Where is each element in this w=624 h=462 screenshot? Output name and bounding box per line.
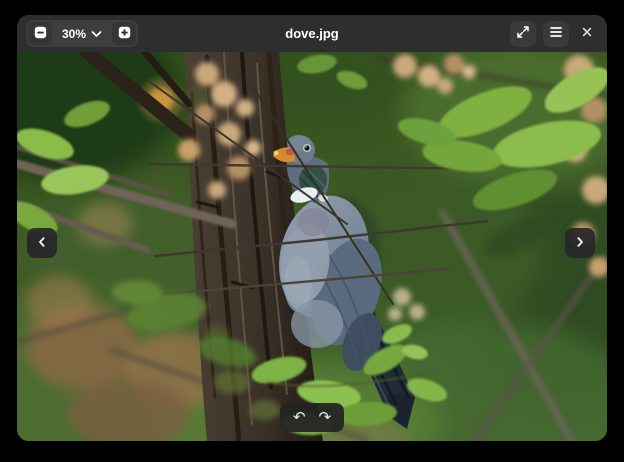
chevron-right-icon bbox=[573, 235, 587, 252]
expand-icon bbox=[516, 25, 530, 42]
zoom-level-value: 30% bbox=[62, 27, 86, 41]
fullscreen-button[interactable] bbox=[510, 21, 536, 47]
menu-button[interactable] bbox=[543, 21, 569, 47]
close-button[interactable] bbox=[576, 21, 598, 47]
zoom-level-dropdown[interactable]: 30% bbox=[52, 20, 112, 47]
rotate-ccw-button[interactable]: ↶ bbox=[293, 410, 306, 425]
next-image-button[interactable] bbox=[565, 228, 595, 258]
rotate-cw-button[interactable]: ↷ bbox=[318, 410, 331, 425]
plus-icon bbox=[117, 25, 132, 43]
rotate-ccw-icon: ↶ bbox=[293, 408, 306, 426]
header-actions bbox=[510, 20, 598, 47]
image-viewer-window: dove.jpg 30% bbox=[17, 15, 607, 441]
zoom-out-button[interactable] bbox=[28, 22, 52, 45]
minus-icon bbox=[33, 25, 48, 43]
rotate-cw-icon: ↷ bbox=[318, 408, 331, 426]
menu-icon bbox=[549, 26, 563, 41]
chevron-down-icon bbox=[91, 27, 102, 41]
close-icon bbox=[581, 26, 593, 41]
rotate-toolbar: ↶ ↷ bbox=[280, 403, 344, 432]
chevron-left-icon bbox=[35, 235, 49, 252]
image-viewport[interactable]: ↶ ↷ bbox=[17, 52, 607, 441]
headerbar: dove.jpg 30% bbox=[17, 15, 607, 52]
zoom-in-button[interactable] bbox=[112, 22, 136, 45]
photo-dove bbox=[17, 52, 607, 441]
zoom-controls: 30% bbox=[26, 20, 138, 47]
previous-image-button[interactable] bbox=[27, 228, 57, 258]
